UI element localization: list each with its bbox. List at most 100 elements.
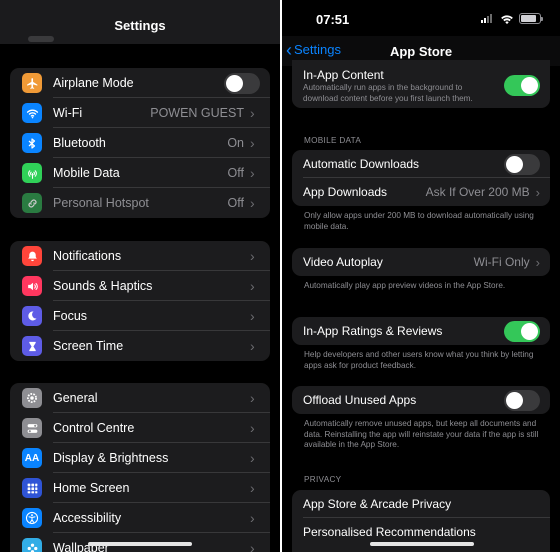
- settings-row-screen-time[interactable]: Screen Time ›: [10, 331, 270, 361]
- connectivity-group: Airplane Mode Wi-Fi POWEN GUEST › Blueto…: [10, 68, 270, 218]
- general-group: General › Control Centre › AA Display & …: [10, 383, 270, 552]
- chevron-right-icon: ›: [250, 165, 255, 181]
- in-app-content-label: In-App Content: [303, 68, 384, 82]
- home-indicator[interactable]: [370, 542, 474, 546]
- video-autoplay-label: Video Autoplay: [303, 255, 383, 269]
- automatic-downloads-label: Automatic Downloads: [303, 157, 420, 171]
- page-title: App Store: [389, 44, 453, 59]
- app-downloads-desc: Only allow apps under 200 MB to download…: [304, 211, 534, 231]
- gear-icon: [22, 388, 42, 408]
- chevron-right-icon: ›: [250, 195, 255, 211]
- home-indicator[interactable]: [88, 542, 192, 546]
- mobile-data-group: Automatic Downloads App Downloads Ask If…: [292, 150, 550, 206]
- settings-row-accessibility[interactable]: Accessibility ›: [10, 503, 270, 533]
- settings-row-notifications[interactable]: Notifications ›: [10, 241, 270, 271]
- chevron-right-icon: ›: [250, 480, 255, 496]
- wifi-icon: [22, 103, 42, 123]
- offload-group: Offload Unused Apps: [292, 386, 550, 414]
- flower-icon: [22, 538, 42, 552]
- in-app-content-group: In-App Content Automatically run apps in…: [292, 60, 550, 108]
- settings-row-airplane-mode[interactable]: Airplane Mode: [10, 68, 270, 98]
- row-label: Notifications: [53, 249, 122, 263]
- wifi-status-icon: [500, 12, 514, 30]
- app-downloads-row[interactable]: App Downloads Ask If Over 200 MB ›: [292, 178, 550, 206]
- notifications-group: Notifications › Sounds & Haptics › Focus…: [10, 241, 270, 361]
- hotspot-icon: [22, 193, 42, 213]
- row-label: Home Screen: [53, 481, 130, 495]
- chevron-right-icon: ›: [535, 184, 540, 200]
- chevron-right-icon: ›: [250, 540, 255, 552]
- switches-icon: [22, 418, 42, 438]
- chevron-right-icon: ›: [250, 308, 255, 324]
- row-label: Personal Hotspot: [53, 196, 149, 210]
- ratings-row: In-App Ratings & Reviews: [292, 317, 550, 345]
- bell-icon: [22, 246, 42, 266]
- bluetooth-value: On: [227, 136, 244, 150]
- settings-row-wifi[interactable]: Wi-Fi POWEN GUEST ›: [10, 98, 270, 128]
- row-label: Accessibility: [53, 511, 122, 525]
- grid-icon: [22, 478, 42, 498]
- in-app-content-toggle[interactable]: [504, 75, 540, 96]
- scroll-remnant: [28, 36, 54, 42]
- settings-screen: Settings Airplane Mode Wi-Fi POWEN GUEST…: [0, 0, 280, 552]
- privacy-header: PRIVACY: [304, 475, 342, 484]
- ratings-label: In-App Ratings & Reviews: [303, 324, 443, 338]
- antenna-icon: [22, 163, 42, 183]
- app-store-settings-screen: 07:51 ‹ Settings App Store In-App Conten…: [282, 0, 560, 552]
- video-autoplay-row[interactable]: Video Autoplay Wi-Fi Only ›: [292, 248, 550, 276]
- mobile-data-header: MOBILE DATA: [304, 136, 362, 145]
- chevron-right-icon: ›: [250, 135, 255, 151]
- wifi-value: POWEN GUEST: [150, 106, 244, 120]
- app-downloads-value: Ask If Over 200 MB: [425, 185, 530, 199]
- row-label: Sounds & Haptics: [53, 279, 153, 293]
- aa-icon: AA: [22, 448, 42, 468]
- video-autoplay-group: Video Autoplay Wi-Fi Only ›: [292, 248, 550, 276]
- row-label: General: [53, 391, 98, 405]
- chevron-right-icon: ›: [250, 278, 255, 294]
- row-label: Mobile Data: [53, 166, 120, 180]
- hotspot-value: Off: [227, 196, 244, 210]
- app-downloads-label: App Downloads: [303, 185, 388, 199]
- settings-row-display-brightness[interactable]: AA Display & Brightness ›: [10, 443, 270, 473]
- ratings-group: In-App Ratings & Reviews: [292, 317, 550, 345]
- bluetooth-icon: [22, 133, 42, 153]
- offload-toggle[interactable]: [504, 389, 540, 411]
- automatic-downloads-row: Automatic Downloads: [292, 150, 550, 178]
- chevron-right-icon: ›: [250, 420, 255, 436]
- settings-row-focus[interactable]: Focus ›: [10, 301, 270, 331]
- personalised-recommendations-link[interactable]: Personalised Recommendations: [303, 525, 540, 539]
- offload-desc: Automatically remove unused apps, but ke…: [304, 419, 539, 449]
- ratings-desc: Help developers and other users know wha…: [304, 350, 534, 370]
- chevron-right-icon: ›: [250, 338, 255, 354]
- page-title: Settings: [114, 18, 166, 33]
- row-label: Control Centre: [53, 421, 135, 435]
- in-app-content-desc: Automatically run apps in the background…: [303, 83, 473, 103]
- settings-row-bluetooth[interactable]: Bluetooth On ›: [10, 128, 270, 158]
- video-autoplay-desc: Automatically play app preview videos in…: [304, 281, 506, 290]
- hourglass-icon: [22, 336, 42, 356]
- chevron-right-icon: ›: [535, 254, 540, 270]
- settings-row-home-screen[interactable]: Home Screen ›: [10, 473, 270, 503]
- video-autoplay-value: Wi-Fi Only: [473, 255, 530, 269]
- ratings-toggle[interactable]: [504, 320, 540, 342]
- chevron-right-icon: ›: [250, 105, 255, 121]
- row-label: Bluetooth: [53, 136, 106, 150]
- offload-row: Offload Unused Apps: [292, 386, 550, 414]
- chevron-right-icon: ›: [250, 248, 255, 264]
- airplane-mode-toggle[interactable]: [224, 72, 260, 94]
- row-label: Focus: [53, 309, 88, 323]
- offload-label: Offload Unused Apps: [303, 393, 417, 407]
- settings-row-mobile-data[interactable]: Mobile Data Off ›: [10, 158, 270, 188]
- settings-row-personal-hotspot[interactable]: Personal Hotspot Off ›: [10, 188, 270, 218]
- status-bar: 07:51: [282, 0, 560, 36]
- row-label: Display & Brightness: [53, 451, 169, 465]
- settings-row-control-centre[interactable]: Control Centre ›: [10, 413, 270, 443]
- app-store-privacy-link[interactable]: App Store & Arcade Privacy: [303, 497, 540, 511]
- settings-row-general[interactable]: General ›: [10, 383, 270, 413]
- cellular-signal-icon: [481, 14, 492, 23]
- privacy-link-row[interactable]: App Store & Arcade Privacy: [292, 490, 550, 518]
- settings-row-sounds-haptics[interactable]: Sounds & Haptics ›: [10, 271, 270, 301]
- chevron-right-icon: ›: [250, 510, 255, 526]
- speaker-icon: [22, 276, 42, 296]
- automatic-downloads-toggle[interactable]: [504, 153, 540, 175]
